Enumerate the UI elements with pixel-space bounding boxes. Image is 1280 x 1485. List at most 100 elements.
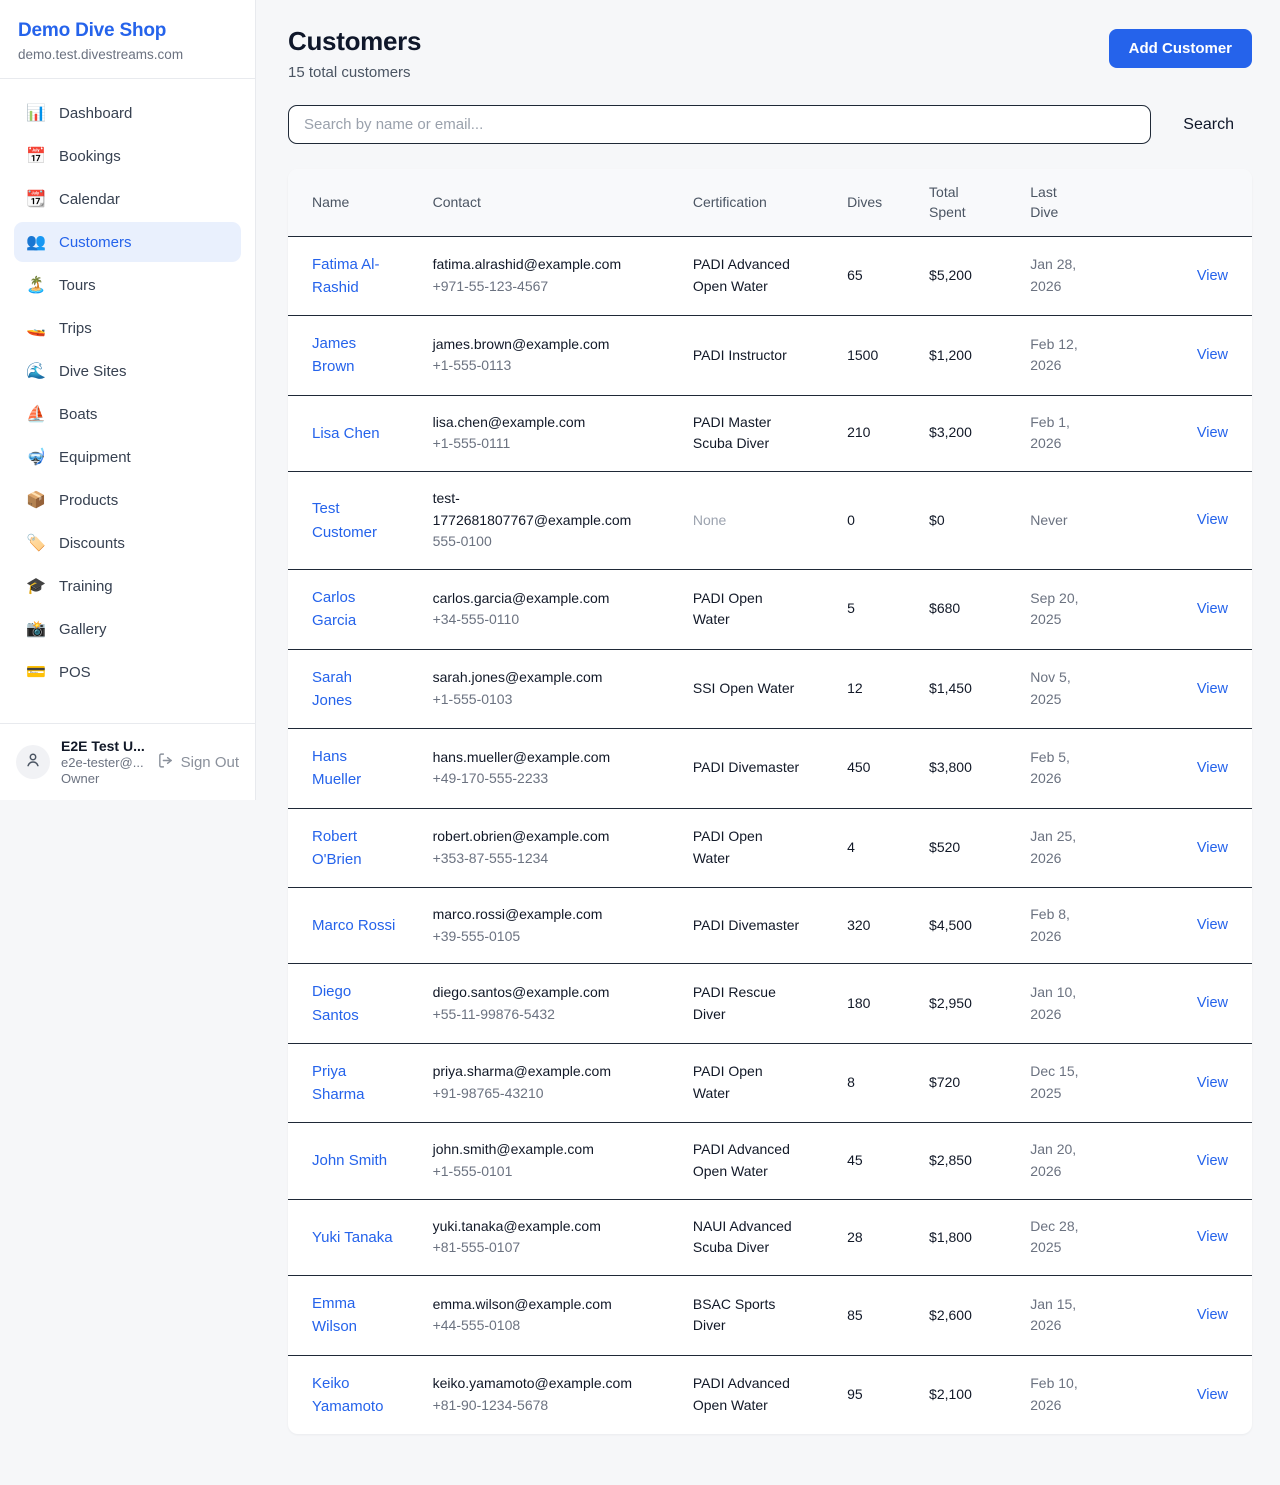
sidebar-item-label: Bookings xyxy=(59,148,121,165)
add-customer-button[interactable]: Add Customer xyxy=(1109,29,1252,68)
customer-contact-cell: hans.mueller@example.com+49-170-555-2233 xyxy=(433,729,693,809)
view-customer-link[interactable]: View xyxy=(1197,760,1228,776)
customer-name-link[interactable]: Test Customer xyxy=(312,497,396,544)
customer-name-link[interactable]: Diego Santos xyxy=(312,980,396,1027)
customer-name-cell: Yuki Tanaka xyxy=(288,1199,433,1275)
customer-last-dive: Feb 8, 2026 xyxy=(1030,904,1100,947)
sidebar-item-gallery[interactable]: 📸Gallery xyxy=(14,609,241,649)
customers-table-card: Name Contact Certification Dives Total S… xyxy=(288,169,1252,1434)
customer-action-cell: View xyxy=(1136,649,1252,729)
customer-certification: SSI Open Water xyxy=(693,678,794,700)
customer-name-link[interactable]: Carlos Garcia xyxy=(312,586,396,633)
search-button[interactable]: Search xyxy=(1181,108,1236,142)
customer-name-link[interactable]: Lisa Chen xyxy=(312,422,380,445)
customer-last-dive: Jan 20, 2026 xyxy=(1030,1139,1100,1182)
customer-last-dive: Feb 5, 2026 xyxy=(1030,747,1100,790)
customer-name-cell: Fatima Al-Rashid xyxy=(288,236,433,316)
sidebar-item-products[interactable]: 📦Products xyxy=(14,480,241,520)
customer-phone: +49-170-555-2233 xyxy=(433,768,669,790)
customer-last-dive: Jan 28, 2026 xyxy=(1030,254,1100,297)
customer-dives-cell: 65 xyxy=(847,236,929,316)
customer-name-link[interactable]: Sarah Jones xyxy=(312,666,396,713)
shop-domain: demo.test.divestreams.com xyxy=(18,47,235,62)
user-email: e2e-tester@... xyxy=(61,755,146,770)
view-customer-link[interactable]: View xyxy=(1197,917,1228,933)
customer-certification-cell: PADI Master Scuba Diver xyxy=(693,395,847,471)
sidebar-item-bookings[interactable]: 📅Bookings xyxy=(14,136,241,176)
speedboat-icon: 🚤 xyxy=(26,318,46,338)
view-customer-link[interactable]: View xyxy=(1197,1387,1228,1403)
sidebar-item-dashboard[interactable]: 📊Dashboard xyxy=(14,93,241,133)
sidebar-item-trips[interactable]: 🚤Trips xyxy=(14,308,241,348)
customer-last-dive-cell: Feb 8, 2026 xyxy=(1030,888,1136,964)
view-customer-link[interactable]: View xyxy=(1197,681,1228,697)
view-customer-link[interactable]: View xyxy=(1197,840,1228,856)
search-input[interactable] xyxy=(288,105,1151,144)
sidebar-item-tours[interactable]: 🏝️Tours xyxy=(14,265,241,305)
customer-certification-cell: PADI Rescue Diver xyxy=(693,964,847,1044)
customer-name-cell: Robert O'Brien xyxy=(288,808,433,888)
sidebar-item-label: Products xyxy=(59,492,118,509)
customer-name-link[interactable]: Marco Rossi xyxy=(312,914,395,937)
customer-last-dive-cell: Jan 15, 2026 xyxy=(1030,1276,1136,1356)
sidebar-item-dive-sites[interactable]: 🌊Dive Sites xyxy=(14,351,241,391)
sidebar-item-boats[interactable]: ⛵Boats xyxy=(14,394,241,434)
sidebar-header: Demo Dive Shop demo.test.divestreams.com xyxy=(0,0,255,79)
customer-count: 15 total customers xyxy=(288,64,421,81)
customer-name-cell: Diego Santos xyxy=(288,964,433,1044)
view-customer-link[interactable]: View xyxy=(1197,1075,1228,1091)
view-customer-link[interactable]: View xyxy=(1197,1153,1228,1169)
sidebar-item-customers[interactable]: 👥Customers xyxy=(14,222,241,262)
sidebar-item-discounts[interactable]: 🏷️Discounts xyxy=(14,523,241,563)
table-row: Carlos Garciacarlos.garcia@example.com+3… xyxy=(288,570,1252,650)
sign-out-button[interactable]: Sign Out xyxy=(157,752,239,773)
customers-table: Name Contact Certification Dives Total S… xyxy=(288,169,1252,1434)
customer-certification: None xyxy=(693,510,726,532)
view-customer-link[interactable]: View xyxy=(1197,1307,1228,1323)
view-customer-link[interactable]: View xyxy=(1197,425,1228,441)
customer-name-link[interactable]: Yuki Tanaka xyxy=(312,1226,393,1249)
customer-dives-cell: 320 xyxy=(847,888,929,964)
customer-phone: +34-555-0110 xyxy=(433,609,669,631)
sidebar-item-equipment[interactable]: 🤿Equipment xyxy=(14,437,241,477)
customer-email: keiko.yamamoto@example.com xyxy=(433,1373,638,1395)
sidebar-item-calendar[interactable]: 📆Calendar xyxy=(14,179,241,219)
customer-total-spent-cell: $2,600 xyxy=(929,1276,1030,1356)
sidebar-item-training[interactable]: 🎓Training xyxy=(14,566,241,606)
customer-table-body: Fatima Al-Rashidfatima.alrashid@example.… xyxy=(288,236,1252,1434)
sidebar-item-label: Calendar xyxy=(59,191,120,208)
sidebar-item-label: Boats xyxy=(59,406,97,423)
sidebar-item-pos[interactable]: 💳POS xyxy=(14,652,241,692)
graduation-cap-icon: 🎓 xyxy=(26,576,46,596)
view-customer-link[interactable]: View xyxy=(1197,268,1228,284)
customer-action-cell: View xyxy=(1136,808,1252,888)
customer-contact-cell: john.smith@example.com+1-555-0101 xyxy=(433,1123,693,1199)
customer-contact-cell: james.brown@example.com+1-555-0113 xyxy=(433,316,693,396)
customer-name-link[interactable]: Fatima Al-Rashid xyxy=(312,253,396,300)
customer-name-link[interactable]: Priya Sharma xyxy=(312,1060,396,1107)
customer-last-dive-cell: Feb 10, 2026 xyxy=(1030,1355,1136,1434)
customer-name-cell: Keiko Yamamoto xyxy=(288,1355,433,1434)
customer-action-cell: View xyxy=(1136,471,1252,569)
view-customer-link[interactable]: View xyxy=(1197,1229,1228,1245)
customer-name-link[interactable]: John Smith xyxy=(312,1149,387,1172)
customer-name-link[interactable]: Hans Mueller xyxy=(312,745,396,792)
customer-last-dive-cell: Jan 28, 2026 xyxy=(1030,236,1136,316)
view-customer-link[interactable]: View xyxy=(1197,512,1228,528)
customer-last-dive-cell: Feb 12, 2026 xyxy=(1030,316,1136,396)
view-customer-link[interactable]: View xyxy=(1197,347,1228,363)
customer-certification: PADI Divemaster xyxy=(693,915,799,937)
customer-dives-cell: 8 xyxy=(847,1043,929,1123)
customer-name-link[interactable]: Robert O'Brien xyxy=(312,825,396,872)
view-customer-link[interactable]: View xyxy=(1197,601,1228,617)
user-name: E2E Test U... xyxy=(61,738,146,754)
customer-total-spent-cell: $2,100 xyxy=(929,1355,1030,1434)
customer-name-cell: Carlos Garcia xyxy=(288,570,433,650)
view-customer-link[interactable]: View xyxy=(1197,995,1228,1011)
customer-name-link[interactable]: Emma Wilson xyxy=(312,1292,396,1339)
customer-email: marco.rossi@example.com xyxy=(433,904,638,926)
customer-certification: PADI Open Water xyxy=(693,588,803,631)
customer-name-link[interactable]: Keiko Yamamoto xyxy=(312,1372,396,1419)
customer-last-dive: Dec 28, 2025 xyxy=(1030,1216,1100,1259)
customer-name-link[interactable]: James Brown xyxy=(312,332,396,379)
